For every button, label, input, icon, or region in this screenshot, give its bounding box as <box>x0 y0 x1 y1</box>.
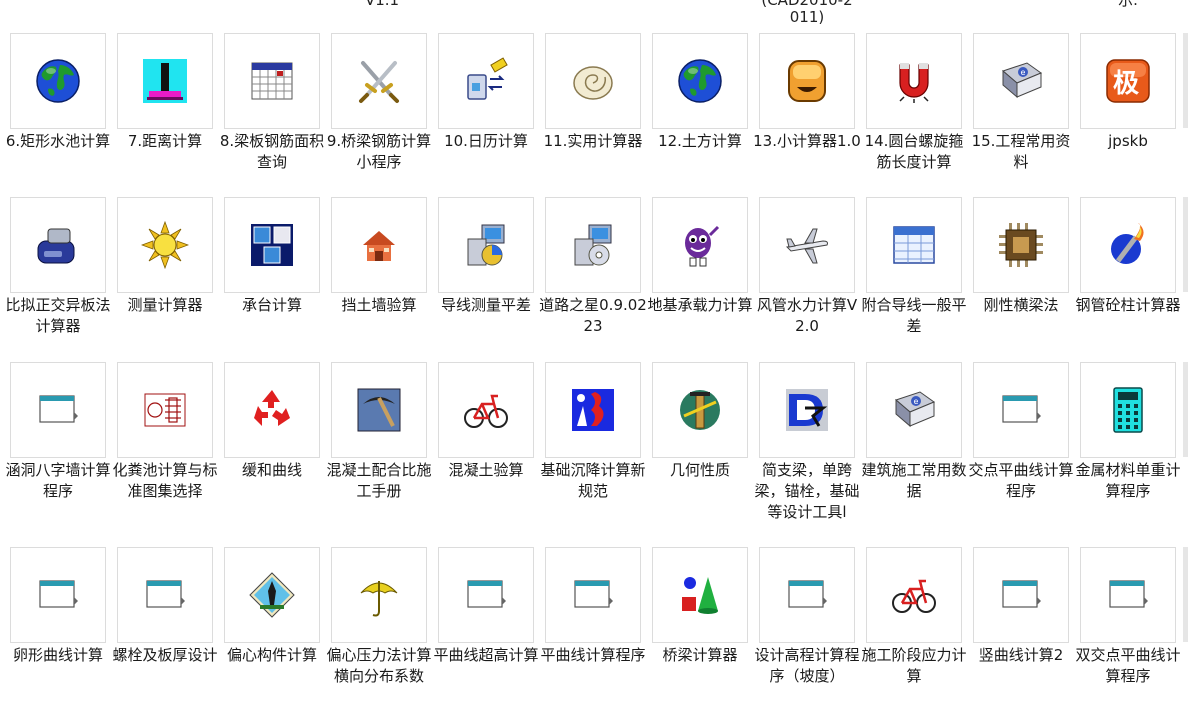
file-thumbnail[interactable] <box>331 197 427 293</box>
file-thumbnail[interactable] <box>652 547 748 643</box>
file-thumbnail[interactable] <box>331 547 427 643</box>
file-label[interactable]: 比拟正交异板法计算器 <box>2 295 114 337</box>
file-thumbnail[interactable] <box>331 362 427 458</box>
file-label[interactable]: 设计高程计算程序（坡度） <box>751 645 863 687</box>
file-thumbnail[interactable] <box>973 362 1069 458</box>
file-thumbnail[interactable]: e <box>973 33 1069 129</box>
file-label[interactable]: 涵洞八字墙计算程序 <box>2 460 114 502</box>
next-column-edge <box>1183 33 1188 128</box>
file-label[interactable]: 混凝土验算 <box>430 460 542 481</box>
file-label[interactable]: 混凝土配合比施工手册 <box>323 460 435 502</box>
file-thumbnail[interactable] <box>973 547 1069 643</box>
file-thumbnail[interactable] <box>759 33 855 129</box>
file-thumbnail[interactable] <box>759 547 855 643</box>
file-label[interactable]: 6.矩形水池计算 <box>2 131 114 152</box>
file-thumbnail[interactable] <box>866 197 962 293</box>
file-label[interactable]: 偏心构件计算 <box>216 645 328 666</box>
file-thumbnail[interactable] <box>10 197 106 293</box>
file-label[interactable]: 施工阶段应力计算 <box>858 645 970 687</box>
file-thumbnail[interactable] <box>1080 197 1176 293</box>
file-thumbnail[interactable] <box>1080 547 1176 643</box>
svg-text:e: e <box>1021 68 1026 77</box>
file-label[interactable]: 平曲线超高计算 <box>430 645 542 666</box>
file-thumbnail[interactable] <box>866 547 962 643</box>
file-thumbnail[interactable] <box>117 362 213 458</box>
file-label[interactable]: 12.土方计算 <box>644 131 756 152</box>
file-label[interactable]: 卵形曲线计算 <box>2 645 114 666</box>
file-label[interactable]: 钢管砼柱计算器 <box>1072 295 1184 316</box>
svg-text:e: e <box>914 397 919 406</box>
file-label[interactable]: 导线测量平差 <box>430 295 542 316</box>
file-thumbnail[interactable] <box>1080 362 1176 458</box>
file-thumbnail[interactable] <box>438 547 534 643</box>
file-label[interactable]: 交点平曲线计算程序 <box>965 460 1077 502</box>
file-label[interactable]: 13.小计算器1.0 <box>751 131 863 152</box>
file-thumbnail[interactable] <box>224 197 320 293</box>
file-label[interactable]: 地基承载力计算 <box>644 295 756 316</box>
file-thumbnail[interactable] <box>866 33 962 129</box>
file-label[interactable]: jpskb <box>1072 131 1184 152</box>
file-label[interactable]: 几何性质 <box>644 460 756 481</box>
file-label[interactable]: 15.工程常用资料 <box>965 131 1077 173</box>
file-label[interactable]: 承台计算 <box>216 295 328 316</box>
file-thumbnail[interactable] <box>117 33 213 129</box>
next-column-edge <box>1183 547 1188 642</box>
file-label[interactable]: 14.圆台螺旋箍筋长度计算 <box>858 131 970 173</box>
file-thumbnail[interactable] <box>10 547 106 643</box>
file-thumbnail[interactable] <box>224 33 320 129</box>
file-label[interactable]: 建筑施工常用数据 <box>858 460 970 502</box>
file-label[interactable]: 8.梁板钢筋面积查询 <box>216 131 328 173</box>
file-label[interactable]: 风管水力计算V2.0 <box>751 295 863 337</box>
file-thumbnail[interactable] <box>652 33 748 129</box>
file-thumbnail[interactable] <box>224 547 320 643</box>
top-fragment-cad-2: 011) <box>789 8 825 26</box>
file-thumbnail[interactable] <box>10 33 106 129</box>
file-label[interactable]: 螺栓及板厚设计 <box>109 645 221 666</box>
file-thumbnail[interactable] <box>545 362 641 458</box>
file-label[interactable]: 竖曲线计算2 <box>965 645 1077 666</box>
file-label[interactable]: 平曲线计算程序 <box>537 645 649 666</box>
file-label[interactable]: 7.距离计算 <box>109 131 221 152</box>
file-thumbnail[interactable] <box>545 547 641 643</box>
file-thumbnail[interactable] <box>331 33 427 129</box>
file-thumbnail[interactable] <box>759 362 855 458</box>
file-thumbnail[interactable] <box>759 197 855 293</box>
file-label[interactable]: 附合导线一般平差 <box>858 295 970 337</box>
file-thumbnail[interactable] <box>973 197 1069 293</box>
file-label[interactable]: 11.实用计算器 <box>537 131 649 152</box>
file-label[interactable]: 10.日历计算 <box>430 131 542 152</box>
file-label[interactable]: 化粪池计算与标准图集选择 <box>109 460 221 502</box>
file-thumbnail[interactable] <box>652 197 748 293</box>
file-label[interactable]: 基础沉降计算新规范 <box>537 460 649 502</box>
file-label[interactable]: 偏心压力法计算横向分布系数 <box>323 645 435 687</box>
file-label[interactable]: 刚性横梁法 <box>965 295 1077 316</box>
file-label[interactable]: 金属材料单重计算程序 <box>1072 460 1184 502</box>
next-column-edge <box>1183 197 1188 292</box>
file-label[interactable]: 简支梁，单跨梁，锚栓，基础等设计工具l <box>751 460 863 523</box>
file-thumbnail[interactable] <box>117 547 213 643</box>
svg-text:极: 极 <box>1113 69 1140 99</box>
file-label[interactable]: 桥梁计算器 <box>644 645 756 666</box>
file-label[interactable]: 双交点平曲线计算程序 <box>1072 645 1184 687</box>
file-label[interactable]: 测量计算器 <box>109 295 221 316</box>
file-label[interactable]: 9.桥梁钢筋计算小程序 <box>323 131 435 173</box>
file-thumbnail[interactable] <box>438 33 534 129</box>
file-thumbnail[interactable] <box>438 197 534 293</box>
file-label[interactable]: 道路之星0.9.0223 <box>537 295 649 337</box>
top-fragment-right: 示. <box>1118 0 1138 9</box>
file-thumbnail[interactable]: e <box>866 362 962 458</box>
file-thumbnail[interactable]: 极 <box>1080 33 1176 129</box>
file-thumbnail[interactable] <box>438 362 534 458</box>
file-thumbnail[interactable] <box>224 362 320 458</box>
file-label[interactable]: 挡土墙验算 <box>323 295 435 316</box>
file-thumbnail[interactable] <box>117 197 213 293</box>
file-label[interactable]: 缓和曲线 <box>216 460 328 481</box>
file-thumbnail[interactable] <box>10 362 106 458</box>
file-thumbnail[interactable] <box>545 33 641 129</box>
file-thumbnail[interactable] <box>545 197 641 293</box>
file-thumbnail[interactable] <box>652 362 748 458</box>
top-fragment-version: V1.1 <box>364 0 400 9</box>
next-column-edge <box>1183 362 1188 457</box>
